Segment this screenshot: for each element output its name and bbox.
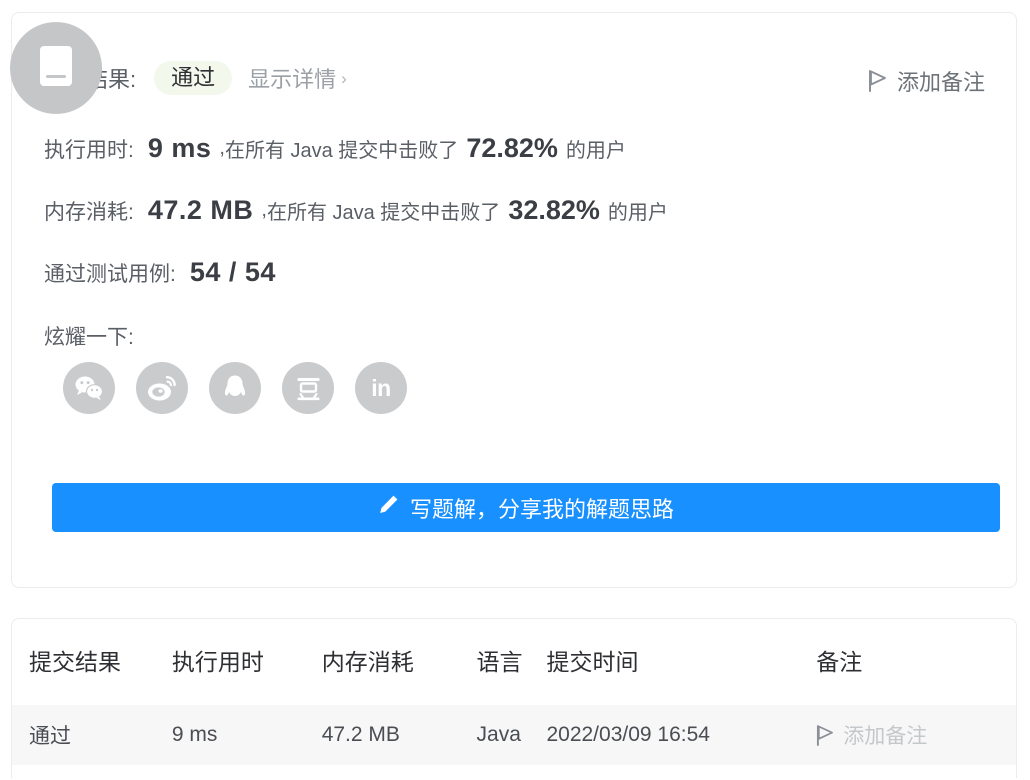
cell-result: 通过: [29, 725, 71, 748]
runtime-percentile: 72.82%: [466, 133, 558, 163]
avatar[interactable]: [10, 22, 102, 114]
cell-submitted-at: 2022/03/09 16:54: [546, 723, 710, 746]
cell-runtime: 9 ms: [171, 723, 218, 746]
flaunt-row: 炫耀一下:: [44, 321, 134, 351]
column-header-result: 提交结果: [29, 649, 121, 675]
cell-memory: 47.2 MB: [321, 723, 400, 746]
linkedin-share-label: in: [371, 374, 391, 401]
testcases-row: 通过测试用例: 54 / 54: [44, 257, 276, 288]
memory-mid-text: 在所有 Java 提交中击败了: [266, 202, 501, 224]
add-note-button[interactable]: 添加备注: [868, 65, 985, 97]
row-add-note-button[interactable]: 添加备注: [816, 720, 1016, 750]
flag-icon: [816, 724, 834, 746]
submission-result-card: 执行结果: 通过 显示详情 › 添加备注 执行用时: 9 ms , 在所有 Ja…: [11, 12, 1017, 588]
runtime-suffix: 的用户: [565, 140, 626, 162]
testcases-label: 通过测试用例:: [44, 262, 176, 286]
runtime-row: 执行用时: 9 ms , 在所有 Java 提交中击败了 72.82% 的用户: [44, 133, 626, 164]
show-detail-link[interactable]: 显示详情 ›: [248, 62, 347, 94]
table-row[interactable]: 通过 9 ms 47.2 MB Java 2022/03/09 16:54 添加…: [12, 705, 1016, 765]
cell-note[interactable]: 添加备注: [816, 720, 1016, 750]
memory-suffix: 的用户: [607, 202, 668, 224]
write-solution-button[interactable]: 写题解，分享我的解题思路: [52, 483, 1000, 532]
flag-icon: [868, 70, 887, 92]
social-share-list: in: [63, 362, 407, 414]
testcases-value: 54 / 54: [189, 257, 276, 287]
add-note-label: 添加备注: [896, 70, 985, 95]
cell-language: Java: [476, 723, 521, 746]
column-header-language: 语言: [476, 649, 523, 675]
column-header-memory: 内存消耗: [321, 649, 414, 675]
row-add-note-label: 添加备注: [843, 725, 928, 748]
linkedin-share-icon[interactable]: in: [355, 362, 407, 414]
show-detail-label: 显示详情: [248, 67, 337, 92]
wechat-share-icon[interactable]: [63, 362, 115, 414]
column-header-note: 备注: [816, 649, 863, 675]
runtime-value: 9 ms: [147, 133, 212, 163]
douban-share-icon[interactable]: [282, 362, 334, 414]
column-header-submitted-at: 提交时间: [546, 649, 639, 675]
table-header-row: 提交结果 执行用时 内存消耗 语言 提交时间 备注: [12, 637, 1016, 683]
qq-share-icon[interactable]: [209, 362, 261, 414]
submissions-table: 提交结果 执行用时 内存消耗 语言 提交时间 备注 通过 9 ms 47.2 M…: [11, 618, 1017, 778]
write-solution-label: 写题解，分享我的解题思路: [409, 496, 674, 522]
memory-label: 内存消耗:: [44, 200, 134, 224]
document-icon: [37, 44, 75, 93]
pencil-icon: [378, 494, 399, 521]
runtime-label: 执行用时:: [44, 138, 134, 162]
column-header-runtime: 执行用时: [171, 649, 264, 675]
memory-row: 内存消耗: 47.2 MB , 在所有 Java 提交中击败了 32.82% 的…: [44, 195, 668, 226]
flaunt-label: 炫耀一下:: [44, 326, 134, 349]
memory-value: 47.2 MB: [147, 195, 254, 225]
status-badge: 通过: [154, 61, 233, 95]
weibo-share-icon[interactable]: [136, 362, 188, 414]
chevron-right-icon: ›: [341, 68, 347, 88]
memory-percentile: 32.82%: [508, 195, 600, 225]
runtime-mid-text: 在所有 Java 提交中击败了: [224, 140, 459, 162]
